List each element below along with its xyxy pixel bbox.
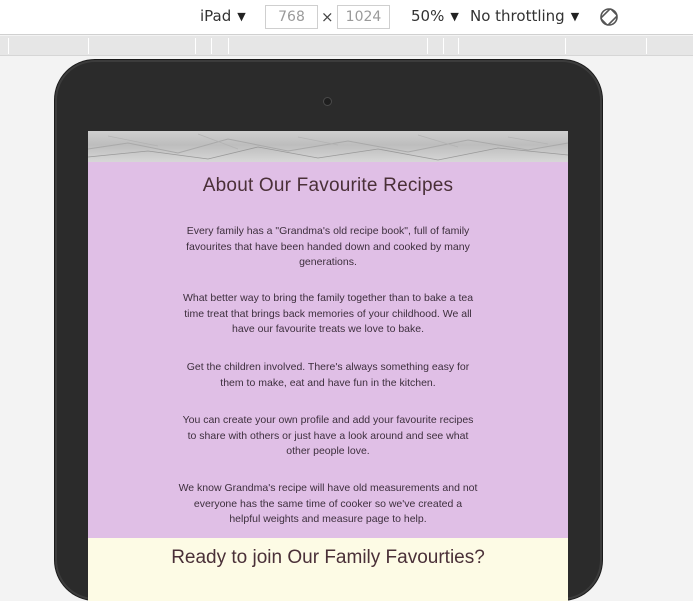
- times-icon: ×: [321, 8, 334, 26]
- media-query-ruler[interactable]: [0, 36, 693, 56]
- about-paragraph: We know Grandma's recipe will have old m…: [178, 482, 478, 525]
- chevron-down-icon: ▼: [237, 9, 246, 23]
- height-input[interactable]: [337, 5, 390, 29]
- about-paragraph: Every family has a "Grandma's old recipe…: [186, 225, 470, 268]
- about-section: About Our Favourite Recipes Every family…: [88, 162, 568, 538]
- throttling-select-label: No throttling: [470, 7, 565, 25]
- about-paragraph: You can create your own profile and add …: [182, 414, 474, 457]
- chevron-down-icon: ▼: [570, 9, 580, 23]
- throttling-select[interactable]: No throttling ▼: [470, 7, 579, 25]
- about-title: About Our Favourite Recipes: [202, 175, 454, 196]
- device-select[interactable]: iPad ▼: [200, 7, 246, 25]
- camera-icon: [323, 97, 332, 106]
- zoom-select[interactable]: 50% ▼: [411, 7, 459, 25]
- about-paragraph: What better way to bring the family toge…: [182, 292, 474, 335]
- hero-image: [88, 131, 568, 162]
- zoom-select-label: 50%: [411, 7, 445, 25]
- about-paragraph: Get the children involved. There's alway…: [186, 361, 470, 389]
- join-section: Ready to join Our Family Favourties?: [88, 538, 568, 601]
- join-title: Ready to join Our Family Favourties?: [171, 547, 485, 568]
- device-select-label: iPad: [200, 7, 232, 25]
- rotate-icon[interactable]: [598, 6, 620, 28]
- chevron-down-icon: ▼: [450, 9, 459, 23]
- ipad-frame: About Our Favourite Recipes Every family…: [55, 60, 602, 601]
- device-screen: About Our Favourite Recipes Every family…: [88, 131, 568, 601]
- width-input[interactable]: [265, 5, 318, 29]
- device-toolbar: iPad ▼ × 50% ▼ No throttling ▼: [0, 0, 693, 35]
